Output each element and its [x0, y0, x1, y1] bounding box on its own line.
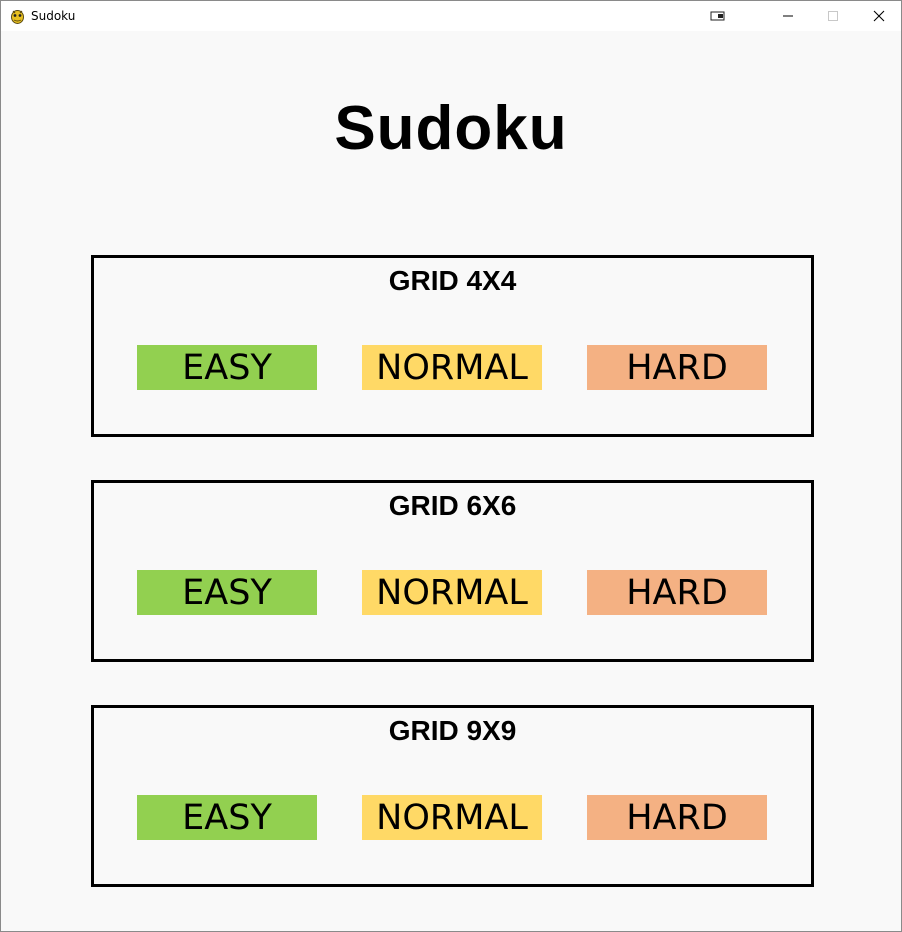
maximize-button[interactable] — [810, 1, 856, 31]
grid-4x4-easy-button[interactable]: EASY — [137, 345, 317, 390]
grid-4x4-hard-button[interactable]: HARD — [587, 345, 767, 390]
maximize-icon — [828, 11, 838, 21]
grid-6x6-easy-button[interactable]: EASY — [137, 570, 317, 615]
close-button[interactable] — [856, 1, 901, 31]
minimize-icon — [783, 15, 793, 17]
grid-4x4-panel: GRID 4X4 EASY NORMAL HARD — [91, 255, 814, 437]
window-snap-icon[interactable] — [695, 1, 741, 31]
grid-6x6-panel: GRID 6X6 EASY NORMAL HARD — [91, 480, 814, 662]
title-bar[interactable]: Sudoku — [1, 1, 901, 31]
app-window: Sudoku Sudoku GRID 4X4 EASY NORMAL HARD … — [0, 0, 902, 932]
grid-9x9-easy-button[interactable]: EASY — [137, 795, 317, 840]
close-icon — [873, 10, 885, 22]
window-title: Sudoku — [31, 9, 76, 23]
grid-6x6-title: GRID 6X6 — [388, 490, 517, 521]
grid-6x6-hard-button[interactable]: HARD — [587, 570, 767, 615]
app-icon — [10, 8, 25, 24]
content-area: Sudoku GRID 4X4 EASY NORMAL HARD GRID 6X… — [1, 31, 901, 931]
page-title: Sudoku — [334, 94, 568, 163]
grid-6x6-normal-button[interactable]: NORMAL — [362, 570, 542, 615]
minimize-button[interactable] — [765, 1, 811, 31]
grid-4x4-title: GRID 4X4 — [388, 265, 517, 296]
grid-9x9-hard-button[interactable]: HARD — [587, 795, 767, 840]
grid-4x4-normal-button[interactable]: NORMAL — [362, 345, 542, 390]
grid-9x9-title: GRID 9X9 — [388, 715, 517, 746]
grid-9x9-normal-button[interactable]: NORMAL — [362, 795, 542, 840]
grid-9x9-panel: GRID 9X9 EASY NORMAL HARD — [91, 705, 814, 887]
